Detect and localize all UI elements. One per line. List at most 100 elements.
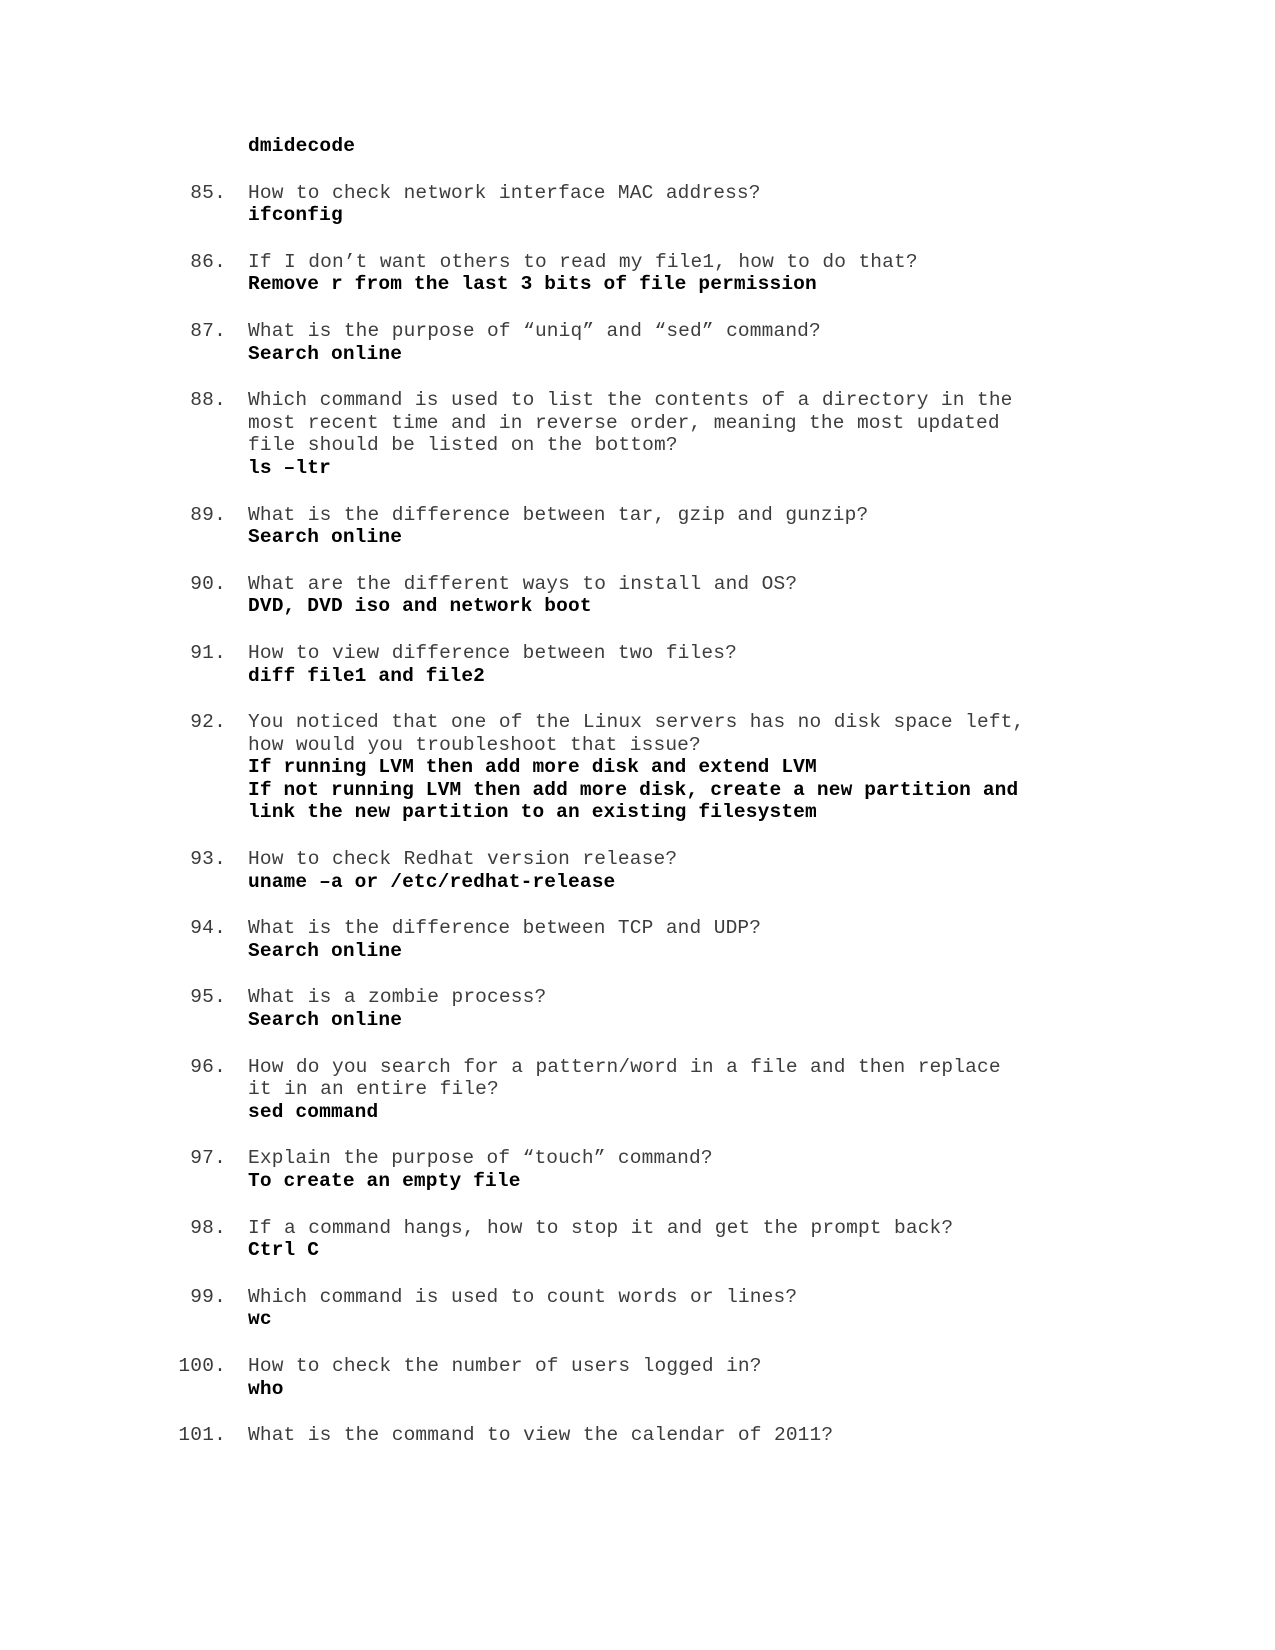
qa-item: 97. Explain the purpose of “touch” comman… [170,1147,1105,1192]
question-text: What are the different ways to install a… [248,572,798,595]
question-number: 95. [170,986,248,1009]
answer-text: who [248,1377,284,1400]
question-text: What is the difference between TCP and U… [248,917,762,940]
qa-body: How to check Redhat version release? unam… [248,848,1105,893]
qa-body: What are the different ways to install a… [248,573,1105,618]
answer-text: If running LVM then add more disk and ex… [248,756,817,779]
question-number-text: 91. [190,641,226,664]
question-text: What is a zombie process? [248,986,547,1009]
question-text: Explain the purpose of “touch” command? [248,1147,713,1170]
question-text: If I don’t want others to read my file1,… [248,250,918,273]
question-text: How to check the number of users logged … [248,1354,762,1377]
question-number-text: 86. [190,250,226,273]
question-text: Which command is used to count words or … [248,1285,798,1308]
question-number-text: 99. [190,1285,226,1308]
question-number: 97. [170,1147,248,1170]
qa-body: What is the difference between tar, gzip… [248,504,1105,549]
question-number-text: 88. [190,389,226,412]
qa-body: If a command hangs, how to stop it and g… [248,1217,1105,1262]
qa-item: 89. What is the difference between tar, g… [170,504,1105,549]
question-number-text: 101. [178,1424,226,1447]
question-text: Which command is used to list the conten… [248,389,1013,457]
qa-item: 100. How to check the number of users log… [170,1355,1105,1400]
answer-text: Search online [248,526,403,549]
question-number-text: 97. [190,1147,226,1170]
answer-text: If not running LVM then add more disk, c… [248,778,1019,824]
document-body: dmidecode 85. How to check network interf… [170,135,1105,1447]
qa-item: 92. You noticed that one of the Linux ser… [170,711,1105,824]
qa-body: How to view difference between two files… [248,642,1105,687]
question-number: 100. [170,1355,248,1378]
question-text: How to check network interface MAC addre… [248,181,761,204]
document-page: dmidecode 85. How to check network interf… [0,0,1275,1650]
answer-text: Search online [248,342,403,365]
question-text: What is the difference between tar, gzip… [248,503,869,526]
qa-item: 85. How to check network interface MAC ad… [170,182,1105,227]
answer-text: Ctrl C [248,1239,320,1262]
qa-body: Explain the purpose of “touch” command? T… [248,1147,1105,1192]
qa-body: What is the command to view the calendar… [248,1424,1105,1447]
qa-body: How do you search for a pattern/word in … [248,1056,1105,1124]
answer-text: wc [248,1308,272,1331]
question-number-text: 89. [190,503,226,526]
question-number: 91. [170,642,248,665]
question-number: 89. [170,504,248,527]
qa-item: 86. If I don’t want others to read my fil… [170,251,1105,296]
qa-body: How to check the number of users logged … [248,1355,1105,1400]
answer-text: uname –a or /etc/redhat-release [248,870,616,893]
question-number: 101. [170,1424,248,1447]
question-number: 92. [170,711,248,734]
question-text: How do you search for a pattern/word in … [248,1055,1001,1101]
qa-body: What is the difference between TCP and U… [248,917,1105,962]
answer-text: To create an empty file [248,1170,521,1192]
qa-body: What is the purpose of “uniq” and “sed” … [248,320,1105,365]
qa-item: 98. If a command hangs, how to stop it an… [170,1217,1105,1262]
qa-body: How to check network interface MAC addre… [248,182,1105,227]
question-number: 87. [170,320,248,343]
question-number: 90. [170,573,248,596]
qa-body: If I don’t want others to read my file1,… [248,251,1105,296]
question-number: 99. [170,1286,248,1309]
continued-answer: dmidecode [248,135,356,157]
answer-text: Remove r from the last 3 bits of file pe… [248,273,817,296]
question-number-text: 92. [190,711,226,734]
answer-text: sed command [248,1100,379,1123]
question-number-text: 93. [190,848,226,871]
answer-text: diff file1 and file2 [248,664,486,687]
answer-text: DVD, DVD iso and network boot [248,595,592,618]
question-number-text: 98. [190,1216,226,1239]
question-number: 86. [170,251,248,274]
question-number: 94. [170,917,248,940]
qa-item: 93. How to check Redhat version release? u… [170,848,1105,893]
question-text: How to view difference between two files… [248,641,737,664]
question-number-text: 87. [190,319,226,342]
qa-body: You noticed that one of the Linux server… [248,711,1105,824]
qa-body: What is a zombie process? Search online [248,986,1105,1031]
question-number-text: 90. [190,572,226,595]
question-number: 96. [170,1056,248,1079]
question-number-text: 96. [190,1055,226,1078]
qa-item: 91. How to view difference between two fi… [170,642,1105,687]
answer-text: Search online [248,939,403,962]
qa-body: Which command is used to list the conten… [248,389,1105,479]
question-text: What is the purpose of “uniq” and “sed” … [248,319,821,342]
question-number: 93. [170,848,248,871]
answer-text: Search online [248,1009,403,1032]
qa-item: 94. What is the difference between TCP an… [170,917,1105,962]
question-number-text: 85. [190,181,226,204]
qa-item: 96. How do you search for a pattern/word … [170,1056,1105,1124]
question-answer-list: 85. How to check network interface MAC ad… [170,182,1105,1447]
qa-item: 90. What are the different ways to instal… [170,573,1105,618]
question-text: You noticed that one of the Linux server… [248,711,1025,756]
question-text: How to check Redhat version release? [248,848,678,871]
question-number-text: 95. [190,986,226,1009]
qa-item: 88. Which command is used to list the con… [170,389,1105,479]
answer-text: ifconfig [248,204,343,227]
question-number-text: 94. [190,917,226,940]
question-number: 88. [170,389,248,412]
qa-item: 87. What is the purpose of “uniq” and “se… [170,320,1105,365]
qa-item: 95. What is a zombie process? Search onlin… [170,986,1105,1031]
qa-body: Which command is used to count words or … [248,1286,1105,1331]
question-number: 98. [170,1217,248,1240]
question-text: If a command hangs, how to stop it and g… [248,1216,954,1239]
